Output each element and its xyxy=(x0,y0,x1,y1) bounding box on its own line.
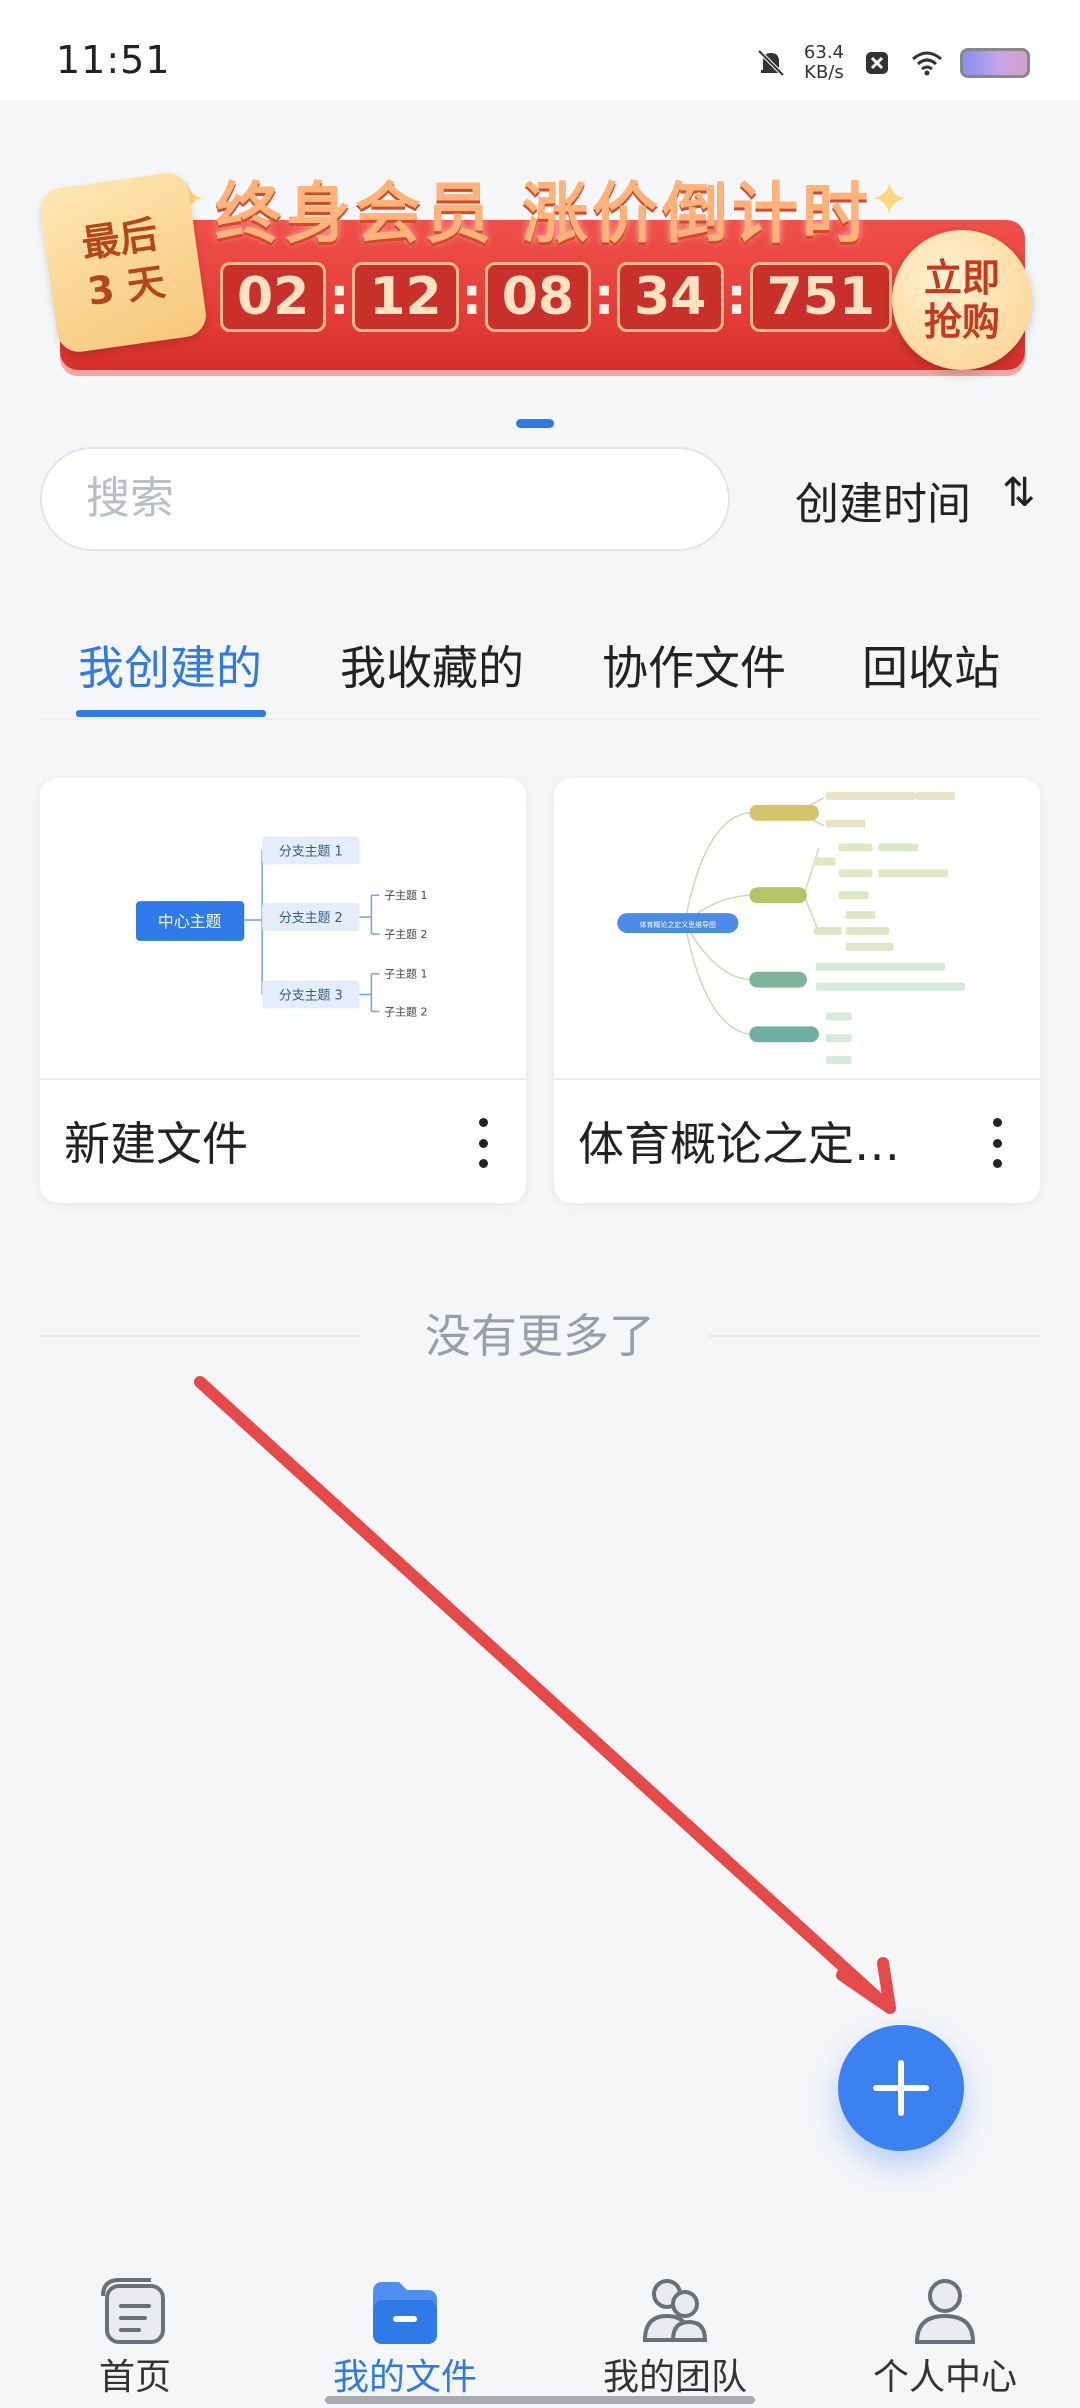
folder-icon xyxy=(373,2282,437,2344)
nav-home[interactable]: 首页 xyxy=(0,2240,270,2408)
nav-my-files[interactable]: 我的文件 xyxy=(270,2240,540,2408)
sparkle-icon: ✦ xyxy=(870,172,909,226)
countdown-separator: : xyxy=(328,267,350,327)
tab-recycle-bin[interactable]: 回收站 xyxy=(862,632,1000,698)
mindmap-subtopic: 子主题 1 xyxy=(384,889,427,902)
days-left-line2: 3 天 xyxy=(84,259,168,314)
pull-handle[interactable] xyxy=(516,419,554,428)
battery-icon xyxy=(960,48,1030,78)
mindmap-thumbnail: 中心主题 分支主题 1 分支主题 2 分支主题 3 子主题 1 子主题 2 子主… xyxy=(40,836,526,1080)
file-card[interactable]: 体育概论之定义思维导图 体育概论之定… xyxy=(554,778,1040,1203)
nav-profile[interactable]: 个人中心 xyxy=(810,2240,1080,2408)
list-end-text: 没有更多了 xyxy=(425,1309,655,1363)
more-options-icon[interactable] xyxy=(982,1118,1012,1168)
countdown-hours: 12 xyxy=(352,262,459,332)
countdown-minutes: 08 xyxy=(484,262,592,332)
countdown-milliseconds: 751 xyxy=(749,262,893,332)
bottom-nav: 首页 我的文件 我的团队 个人中心 xyxy=(0,2240,1080,2408)
status-time: 11:51 xyxy=(56,38,171,82)
plus-icon xyxy=(873,2060,929,2116)
mindmap-subtopic: 子主题 2 xyxy=(384,1005,427,1018)
status-bar: 11:51 63.4 KB/s xyxy=(0,0,1080,100)
sort-order-icon[interactable]: ⇅ xyxy=(1002,470,1036,516)
buy-now-line2: 抢购 xyxy=(923,300,1000,344)
mute-bell-icon xyxy=(757,49,785,77)
tab-created[interactable]: 我创建的 xyxy=(78,632,262,698)
nav-label: 首页 xyxy=(98,2357,171,2398)
network-speed-value: 63.4 xyxy=(803,42,844,63)
profile-icon xyxy=(914,2279,976,2344)
nav-label: 我的团队 xyxy=(602,2357,747,2398)
file-tabs: 我创建的 我收藏的 协作文件 回收站 xyxy=(40,620,1040,720)
mindmap-center-node: 中心主题 xyxy=(158,912,222,931)
buy-now-line1: 立即 xyxy=(923,256,1000,300)
mindmap-subtopic: 子主题 2 xyxy=(384,928,427,941)
file-card[interactable]: 中心主题 分支主题 1 分支主题 2 分支主题 3 子主题 1 子主题 2 子主… xyxy=(40,778,526,1203)
banner-title: 终身会员 涨价倒计时 xyxy=(215,175,872,252)
network-speed: 63.4 KB/s xyxy=(804,43,844,83)
countdown-timer: 02 : 12 : 08 : 34 : 751 xyxy=(220,262,893,332)
days-left-badge: 最后 3 天 xyxy=(37,170,209,355)
status-icons: 63.4 KB/s xyxy=(754,38,1030,88)
search-input[interactable]: 搜索 xyxy=(40,447,730,551)
wifi-icon xyxy=(912,51,942,76)
countdown-seconds: 34 xyxy=(617,262,724,332)
countdown-separator: : xyxy=(726,267,747,327)
file-name: 体育概论之定… xyxy=(578,1117,900,1171)
mindmap-thumbnail: 体育概论之定义思维导图 xyxy=(554,791,1040,1080)
nav-my-team[interactable]: 我的团队 xyxy=(540,2240,810,2408)
more-options-icon[interactable] xyxy=(468,1118,498,1168)
mindmap-branch-node: 分支主题 3 xyxy=(279,989,343,1004)
vip-countdown-banner[interactable]: ✦ ✦ 终身会员 涨价倒计时 最后 3 天 02 : 12 : 08 : 34 … xyxy=(37,150,1040,380)
mindmap-subtopic: 子主题 1 xyxy=(384,968,427,981)
mindmap-branch-node: 分支主题 1 xyxy=(279,844,343,859)
file-name: 新建文件 xyxy=(64,1117,248,1171)
mindmap-center-node: 体育概论之定义思维导图 xyxy=(640,920,716,929)
network-speed-unit: KB/s xyxy=(804,62,844,83)
add-file-button[interactable] xyxy=(838,2025,964,2151)
buy-now-button[interactable]: 立即 抢购 xyxy=(892,230,1032,370)
close-notification-icon xyxy=(866,52,888,74)
tab-favorites[interactable]: 我收藏的 xyxy=(340,632,524,698)
sort-button[interactable]: 创建时间 xyxy=(795,468,971,532)
mindmap-branch-node: 分支主题 2 xyxy=(279,911,343,926)
countdown-separator: : xyxy=(461,267,483,327)
home-doc-icon xyxy=(101,2278,165,2344)
nav-label: 我的文件 xyxy=(332,2357,477,2398)
tab-collaboration[interactable]: 协作文件 xyxy=(602,632,786,698)
team-icon xyxy=(642,2279,708,2342)
nav-label: 个人中心 xyxy=(872,2357,1017,2398)
countdown-separator: : xyxy=(593,267,615,327)
active-tab-indicator xyxy=(76,710,266,717)
home-indicator[interactable] xyxy=(325,2396,755,2404)
countdown-days: 02 xyxy=(220,262,327,332)
